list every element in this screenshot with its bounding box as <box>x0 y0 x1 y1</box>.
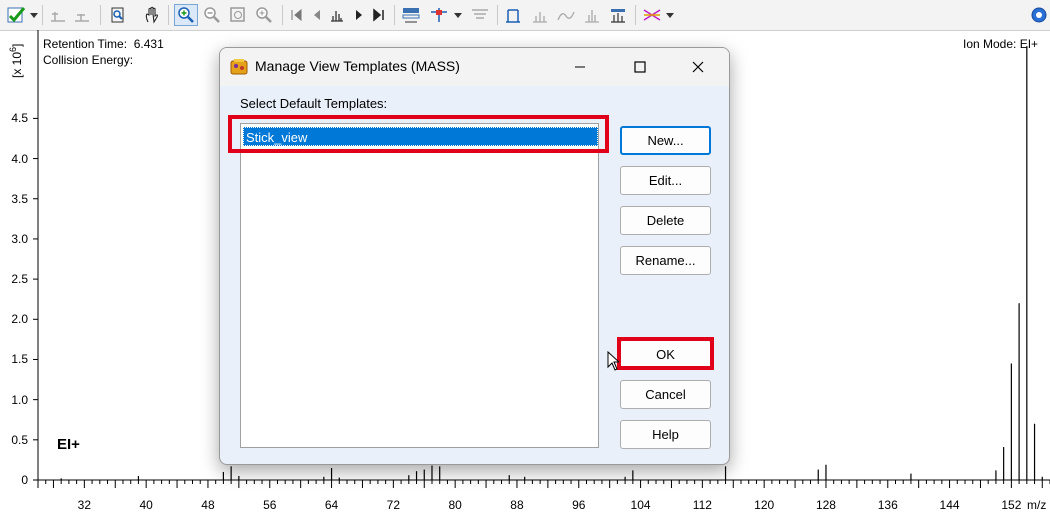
spectrum-icon[interactable] <box>327 4 347 26</box>
mass-label-icon[interactable] <box>529 4 551 26</box>
dropdown-icon[interactable] <box>452 4 464 26</box>
toolbar <box>0 0 1050 31</box>
minimize-button[interactable] <box>557 48 603 86</box>
select-default-templates-label: Select Default Templates: <box>240 96 388 111</box>
template-icon[interactable] <box>607 4 629 26</box>
display-settings-icon[interactable] <box>399 4 423 26</box>
pan-hand-icon[interactable] <box>141 4 163 26</box>
help-button[interactable]: Help <box>620 420 711 449</box>
next-scan-icon[interactable] <box>350 4 368 26</box>
edit-template-button[interactable]: Edit... <box>620 166 711 195</box>
last-scan-icon[interactable] <box>370 4 388 26</box>
dialog-body: Select Default Templates: Stick_view New… <box>220 86 729 464</box>
scheme-icon[interactable] <box>640 4 664 26</box>
dropdown-icon[interactable] <box>665 4 675 26</box>
zoom-in-icon[interactable] <box>174 4 198 26</box>
dialog-app-icon <box>230 58 248 79</box>
ion-label-icon[interactable] <box>581 4 603 26</box>
previous-scan-icon[interactable] <box>307 4 325 26</box>
zoom-out-icon[interactable] <box>202 4 222 26</box>
rename-template-button[interactable]: Rename... <box>620 246 711 275</box>
zoom-reset-icon[interactable] <box>253 4 275 26</box>
cancel-button[interactable]: Cancel <box>620 380 711 409</box>
close-icon <box>692 61 704 73</box>
library-search-icon[interactable] <box>107 4 129 26</box>
help-icon[interactable] <box>1028 4 1050 26</box>
dropdown-icon[interactable] <box>29 4 39 26</box>
mouse-cursor-icon <box>607 350 621 374</box>
chart-check-icon[interactable] <box>4 4 30 26</box>
templates-listbox[interactable]: Stick_view <box>240 123 599 448</box>
zoom-fit-icon[interactable] <box>227 4 249 26</box>
peak-label-icon[interactable] <box>502 4 524 26</box>
noise-icon[interactable] <box>555 4 577 26</box>
clear-icon[interactable] <box>469 4 491 26</box>
peak-remove-icon[interactable] <box>72 4 92 26</box>
template-selection-highlight <box>228 115 609 153</box>
marker-icon[interactable] <box>428 4 450 26</box>
ok-button-highlight <box>617 337 714 370</box>
manage-view-templates-dialog: Manage View Templates (MASS) Select Defa… <box>219 47 730 465</box>
new-template-button[interactable]: New... <box>620 126 711 155</box>
dialog-title: Manage View Templates (MASS) <box>255 58 460 74</box>
maximize-button[interactable] <box>617 48 663 86</box>
dialog-titlebar[interactable]: Manage View Templates (MASS) <box>220 48 729 86</box>
close-button[interactable] <box>675 48 721 86</box>
delete-template-button[interactable]: Delete <box>620 206 711 235</box>
first-scan-icon[interactable] <box>287 4 305 26</box>
peak-add-icon[interactable] <box>48 4 68 26</box>
